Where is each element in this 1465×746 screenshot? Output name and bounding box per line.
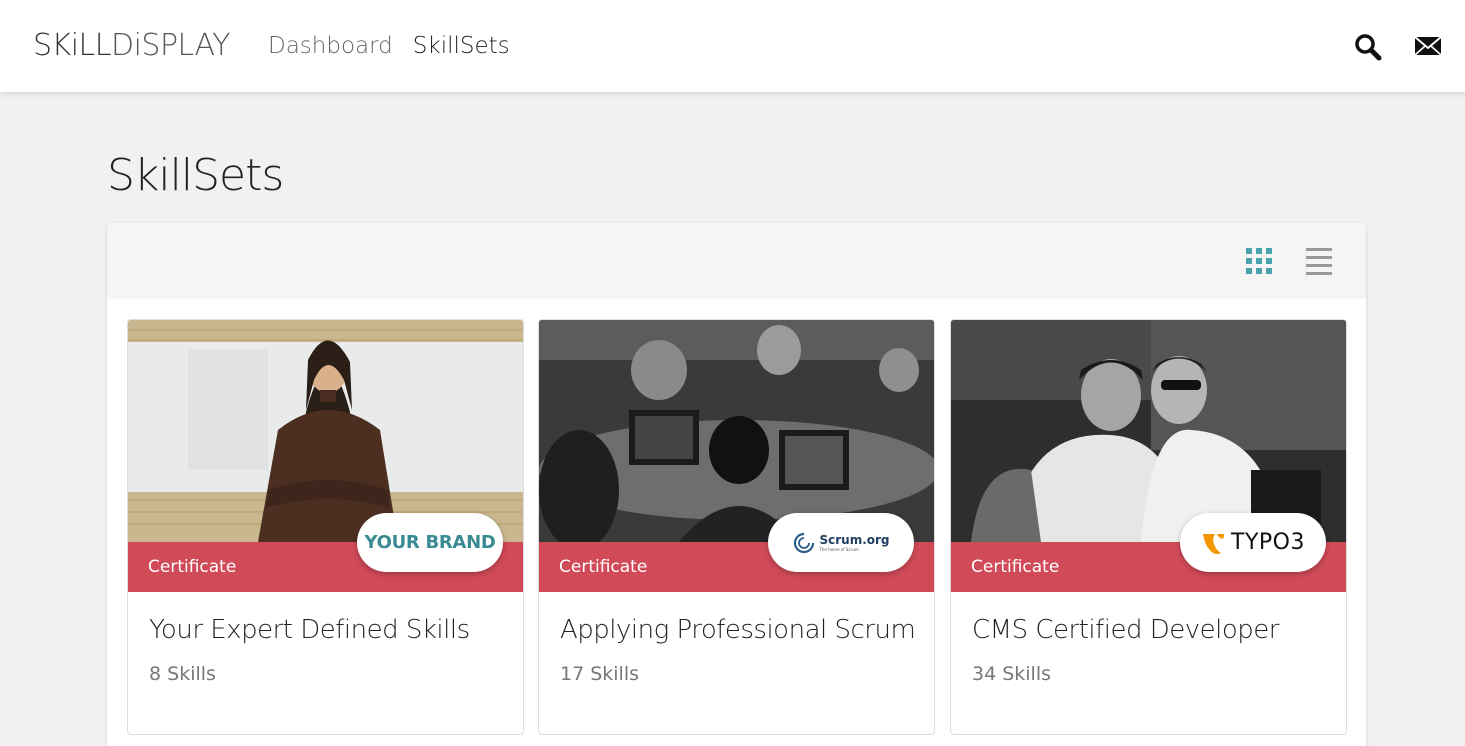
mail-icon[interactable] [1413,34,1443,64]
logo-part2: DiSPLAY [110,28,231,63]
typo3-badge: TYPO3 [1180,513,1326,572]
card-title: Applying Professional Scrum [560,615,916,645]
panel-toolbar [107,223,1366,299]
skillset-card[interactable]: Certificate Scrum.org The home of Scrum … [538,319,935,735]
nav-skillsets[interactable]: SkillSets [413,31,510,61]
skillsets-panel: Certificate YOUR BRAND Your Expert Defin… [107,223,1366,746]
scrum-org-badge: Scrum.org The home of Scrum [768,513,914,572]
card-image [128,320,523,542]
grid-view-icon[interactable] [1245,247,1273,275]
typo3-logo-icon [1203,533,1225,554]
skill-count: 17 Skills [560,663,640,685]
card-image [951,320,1346,542]
list-view-icon[interactable] [1305,247,1333,275]
scrum-org-tagline: The home of Scrum [819,546,859,552]
brand-badge: YOUR BRAND [357,513,503,572]
nav-dashboard[interactable]: Dashboard [268,31,393,61]
brand-badge-text: YOUR BRAND [364,532,496,553]
category-label: Certificate [148,557,237,577]
main-nav: Dashboard SkillSets [268,31,510,61]
card-title: Your Expert Defined Skills [149,615,470,645]
logo-part1: SKiLL [33,28,111,63]
category-label: Certificate [559,557,648,577]
typo3-text: TYPO3 [1231,530,1305,555]
page-title: SkillSets [107,150,284,201]
skillset-card[interactable]: Certificate TYPO3 CMS Certified Develope… [950,319,1347,735]
skillset-card[interactable]: Certificate YOUR BRAND Your Expert Defin… [127,319,524,735]
scrum-org-text: Scrum.org [819,532,890,547]
scrum-logo-icon [794,532,815,553]
skill-count: 34 Skills [972,663,1052,685]
card-title: CMS Certified Developer [972,615,1279,645]
card-image [539,320,934,542]
app-logo[interactable]: SKiLLDiSPLAY [33,28,230,64]
top-navbar: SKiLLDiSPLAY Dashboard SkillSets [0,0,1465,92]
search-icon[interactable] [1353,32,1383,62]
category-label: Certificate [971,557,1060,577]
skill-count: 8 Skills [149,663,216,685]
